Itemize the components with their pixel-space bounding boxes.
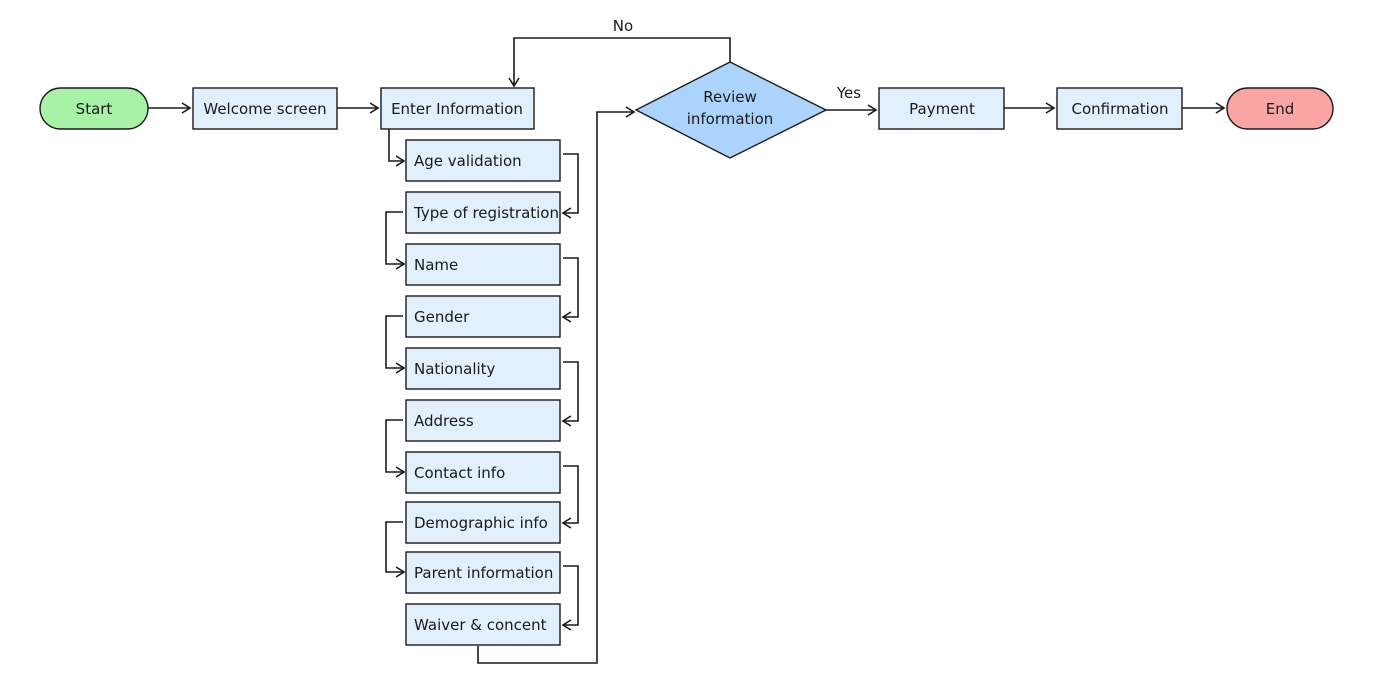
- step-node[interactable]: Name: [405, 243, 561, 286]
- step-label: Gender: [414, 308, 470, 326]
- step-connector: [561, 465, 579, 529]
- enter-information-label: Enter Information: [391, 100, 523, 118]
- payment-node[interactable]: Payment: [878, 87, 1005, 130]
- step-connector: [385, 521, 406, 578]
- step-connector: [561, 565, 579, 631]
- confirmation-label: Confirmation: [1071, 100, 1168, 118]
- welcome-screen-node[interactable]: Welcome screen: [192, 87, 338, 130]
- step-node[interactable]: Gender: [405, 295, 561, 338]
- payment-label: Payment: [909, 100, 975, 118]
- step-connector: [561, 361, 579, 427]
- step-node[interactable]: Demographic info: [405, 501, 561, 544]
- no-edge-label: No: [613, 17, 633, 35]
- step-label: Nationality: [414, 360, 496, 378]
- step-label: Type of registration: [413, 204, 559, 222]
- step-label: Address: [414, 412, 474, 430]
- step-connector: [385, 419, 406, 478]
- step-label: Name: [414, 256, 458, 274]
- welcome-screen-label: Welcome screen: [203, 100, 326, 118]
- step-node[interactable]: Waiver & concent: [405, 603, 561, 646]
- confirmation-node[interactable]: Confirmation: [1056, 87, 1183, 130]
- step-node[interactable]: Age validation: [405, 139, 561, 182]
- step-connector: [385, 211, 406, 270]
- step-node[interactable]: Address: [405, 399, 561, 442]
- step-label: Age validation: [414, 152, 522, 170]
- flowchart: Start Welcome screen Enter Information A…: [39, 17, 1334, 664]
- step-node[interactable]: Contact info: [405, 451, 561, 494]
- review-information-decision[interactable]: Review information: [634, 61, 828, 159]
- step-label: Demographic info: [414, 514, 548, 532]
- start-node[interactable]: Start: [39, 87, 149, 130]
- step-label: Waiver & concent: [414, 616, 547, 634]
- step-connector: [561, 257, 579, 323]
- end-label: End: [1266, 100, 1295, 118]
- end-node[interactable]: End: [1226, 87, 1334, 130]
- step-node[interactable]: Type of registration: [405, 191, 561, 234]
- enter-information-node[interactable]: Enter Information: [380, 87, 535, 130]
- step-label: Contact info: [414, 464, 505, 482]
- yes-edge-label: Yes: [836, 84, 861, 102]
- registration-steps: Age validation Type of registration Name Ge…: [405, 139, 561, 646]
- edge-enter-age: [388, 129, 406, 167]
- step-node[interactable]: Parent information: [405, 551, 561, 594]
- step-connector: [561, 153, 579, 219]
- review-label-line1: Review: [703, 88, 757, 106]
- review-label-line2: information: [687, 110, 774, 128]
- step-connector: [385, 315, 406, 374]
- step-label: Parent information: [414, 564, 553, 582]
- step-node[interactable]: Nationality: [405, 347, 561, 390]
- start-label: Start: [76, 100, 113, 118]
